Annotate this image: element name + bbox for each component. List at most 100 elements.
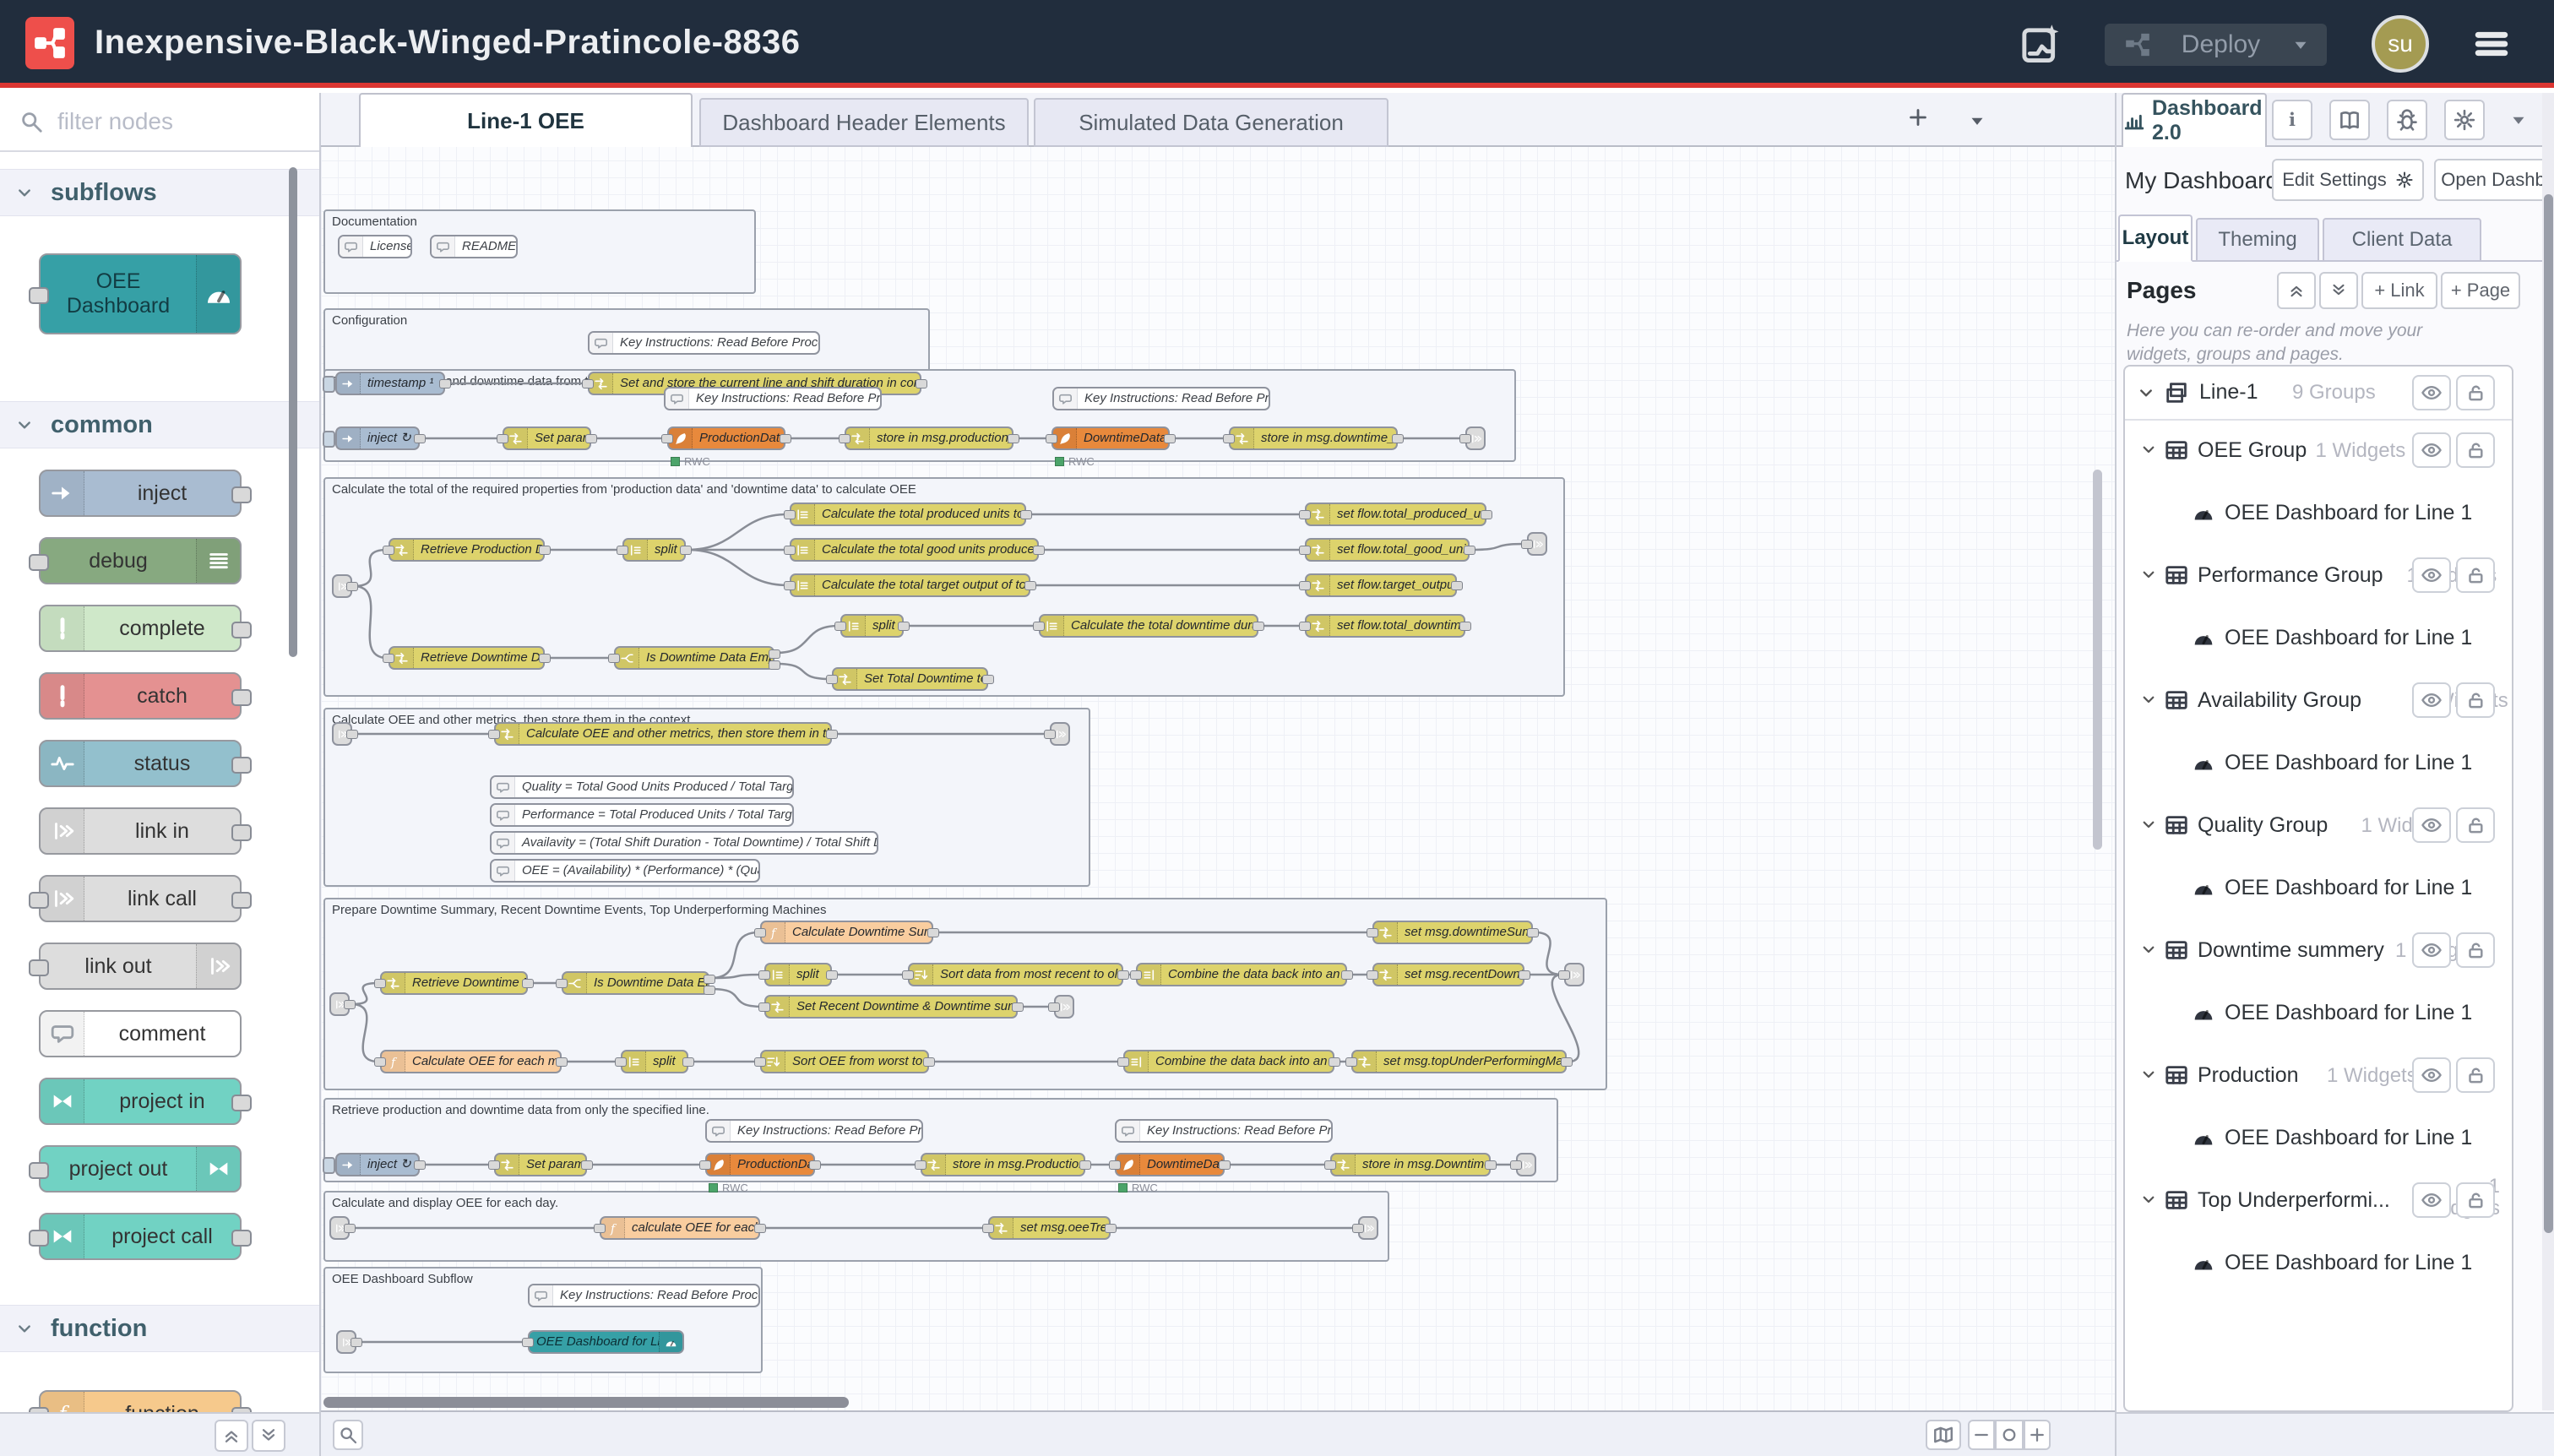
tree-group-row[interactable]: Production1 Widgets [2125, 1046, 2512, 1108]
chevron-down-icon[interactable] [2138, 439, 2159, 459]
palette-section-function[interactable]: function [0, 1305, 319, 1352]
deploy-button[interactable]: Deploy [2105, 24, 2327, 66]
flow-node-change[interactable]: Set params [494, 1153, 587, 1176]
output-port[interactable] [439, 379, 451, 388]
output-port[interactable] [1117, 970, 1129, 980]
output-port[interactable] [982, 675, 994, 684]
visibility-toggle-button[interactable] [2412, 932, 2451, 968]
flow-tab-1[interactable]: Line-1 OEE [359, 93, 693, 147]
lock-toggle-button[interactable] [2456, 932, 2495, 968]
flow-node-change[interactable]: Retrieve Downtime Data [389, 646, 545, 670]
input-port[interactable] [488, 730, 500, 739]
flow-node-inject[interactable]: timestamp ¹ [335, 372, 445, 395]
output-port[interactable] [539, 654, 551, 663]
flow-node-http[interactable]: DowntimeData [1115, 1153, 1225, 1176]
flow-node-comment[interactable]: Quality = Total Good Units Produced / To… [490, 775, 794, 799]
input-port[interactable] [784, 510, 796, 519]
input-port[interactable] [834, 622, 846, 631]
input-port[interactable] [29, 1162, 49, 1179]
flow-node-change[interactable]: store in msg.production_data [845, 426, 1013, 450]
flow-node-switch[interactable]: Is Downtime Data Empty? [614, 646, 774, 670]
flow-node-comment[interactable]: README [430, 235, 518, 258]
output-port[interactable] [1008, 434, 1019, 443]
palette-node-debug[interactable]: debug [39, 537, 242, 584]
input-port[interactable] [594, 1224, 606, 1233]
output-port[interactable] [1341, 970, 1353, 980]
flow-tab-3[interactable]: Simulated Data Generation [1034, 98, 1388, 147]
palette-node-catch[interactable]: catch [39, 672, 242, 720]
input-port[interactable] [1299, 622, 1311, 631]
ai-flow-button[interactable] [2017, 19, 2066, 69]
input-port[interactable] [754, 928, 766, 937]
palette-node-linkin[interactable]: link in [39, 807, 242, 855]
input-port[interactable] [1223, 434, 1235, 443]
dashboard-tab-client-data[interactable]: Client Data [2323, 218, 2481, 262]
help-tab-button[interactable] [2329, 100, 2370, 140]
visibility-toggle-button[interactable] [2412, 432, 2451, 468]
lock-toggle-button[interactable] [2456, 375, 2495, 410]
input-port[interactable] [1299, 546, 1311, 555]
flow-node-change[interactable]: set msg.oeeTrend [988, 1216, 1111, 1240]
tree-group-row[interactable]: Availability Group1 Widgets [2125, 671, 2512, 733]
flow-node-func[interactable]: fCalculate OEE for each machine [380, 1050, 562, 1073]
tree-widget-row[interactable]: OEE Dashboard for Line 1 [2125, 483, 2512, 546]
input-port[interactable] [1046, 434, 1057, 443]
flow-list-caret-icon[interactable] [1966, 110, 1988, 132]
input-port[interactable] [754, 1057, 766, 1067]
debug-tab-button[interactable] [2387, 100, 2427, 140]
flow-node-linkin[interactable] [332, 722, 352, 746]
input-port[interactable] [1299, 581, 1311, 590]
tree-group-row[interactable]: Performance Group1 Widgets [2125, 546, 2512, 608]
zoom-out-button[interactable] [1968, 1420, 1995, 1450]
output-port[interactable] [1481, 510, 1492, 519]
flow-node-change[interactable]: Set params [503, 426, 591, 450]
flow-node-linkout[interactable] [1054, 995, 1074, 1019]
flow-node-comment[interactable]: Key Instructions: Read Before Proceeding [1115, 1119, 1333, 1143]
palette-node-linkcall[interactable]: link call [39, 875, 242, 922]
tree-widget-row[interactable]: OEE Dashboard for Line 1 [2125, 858, 2512, 921]
flow-node-linkout[interactable] [1516, 1153, 1536, 1176]
tree-widget-row[interactable]: OEE Dashboard for Line 1 [2125, 1233, 2512, 1296]
flow-node-change[interactable]: store in msg.DowntimeData [1330, 1153, 1491, 1176]
lock-toggle-button[interactable] [2456, 682, 2495, 718]
flow-node-change[interactable]: set msg.topUnderPerformingMachines [1351, 1050, 1567, 1073]
flow-node-change[interactable]: set flow.target_output [1305, 573, 1457, 597]
hamburger-menu-icon[interactable] [2468, 22, 2515, 66]
input-port[interactable] [1299, 510, 1311, 519]
flow-node-calc[interactable]: Calculate the total target output of tod… [790, 573, 1030, 597]
output-port[interactable] [1561, 1057, 1573, 1067]
inject-button[interactable] [323, 376, 335, 393]
output-port[interactable] [1219, 1160, 1231, 1170]
output-port[interactable] [346, 582, 358, 591]
input-port[interactable] [488, 1160, 500, 1170]
output-port[interactable] [414, 434, 426, 443]
flow-node-linkin[interactable] [332, 574, 352, 598]
palette-section-common[interactable]: common [0, 401, 319, 448]
flow-node-calc[interactable]: Calculate the total downtime duration [1039, 614, 1258, 638]
add-flow-button[interactable] [1905, 105, 1931, 130]
output-port[interactable] [231, 622, 252, 638]
input-port[interactable] [29, 287, 49, 304]
input-port[interactable] [383, 654, 394, 663]
input-port[interactable] [784, 581, 796, 590]
flow-node-sort[interactable]: Sort data from most recent to oldest [908, 963, 1123, 986]
flow-node-change[interactable]: set flow.total_good_units [1305, 538, 1470, 562]
flow-node-linkout[interactable] [1564, 963, 1584, 986]
output-port[interactable] [1020, 510, 1032, 519]
add-link-button[interactable]: + Link [2361, 272, 2437, 309]
visibility-toggle-button[interactable] [2412, 557, 2451, 593]
output-port[interactable] [231, 757, 252, 774]
chevron-down-icon[interactable] [2138, 689, 2159, 709]
deploy-caret-icon[interactable] [2290, 34, 2312, 56]
input-port[interactable] [826, 675, 838, 684]
flow-node-split[interactable]: split [621, 1050, 688, 1073]
palette-node-linkout[interactable]: link out [39, 943, 242, 990]
input-port[interactable] [374, 1057, 386, 1067]
tree-page-row[interactable]: Line-19 Groups [2125, 367, 2512, 421]
flow-node-split[interactable]: split [764, 963, 832, 986]
zoom-in-button[interactable] [2024, 1420, 2051, 1450]
input-port[interactable] [582, 379, 594, 388]
tree-group-row[interactable]: Downtime summery1 Widgets [2125, 921, 2512, 983]
output-port[interactable] [927, 928, 939, 937]
input-port[interactable] [1521, 540, 1533, 549]
